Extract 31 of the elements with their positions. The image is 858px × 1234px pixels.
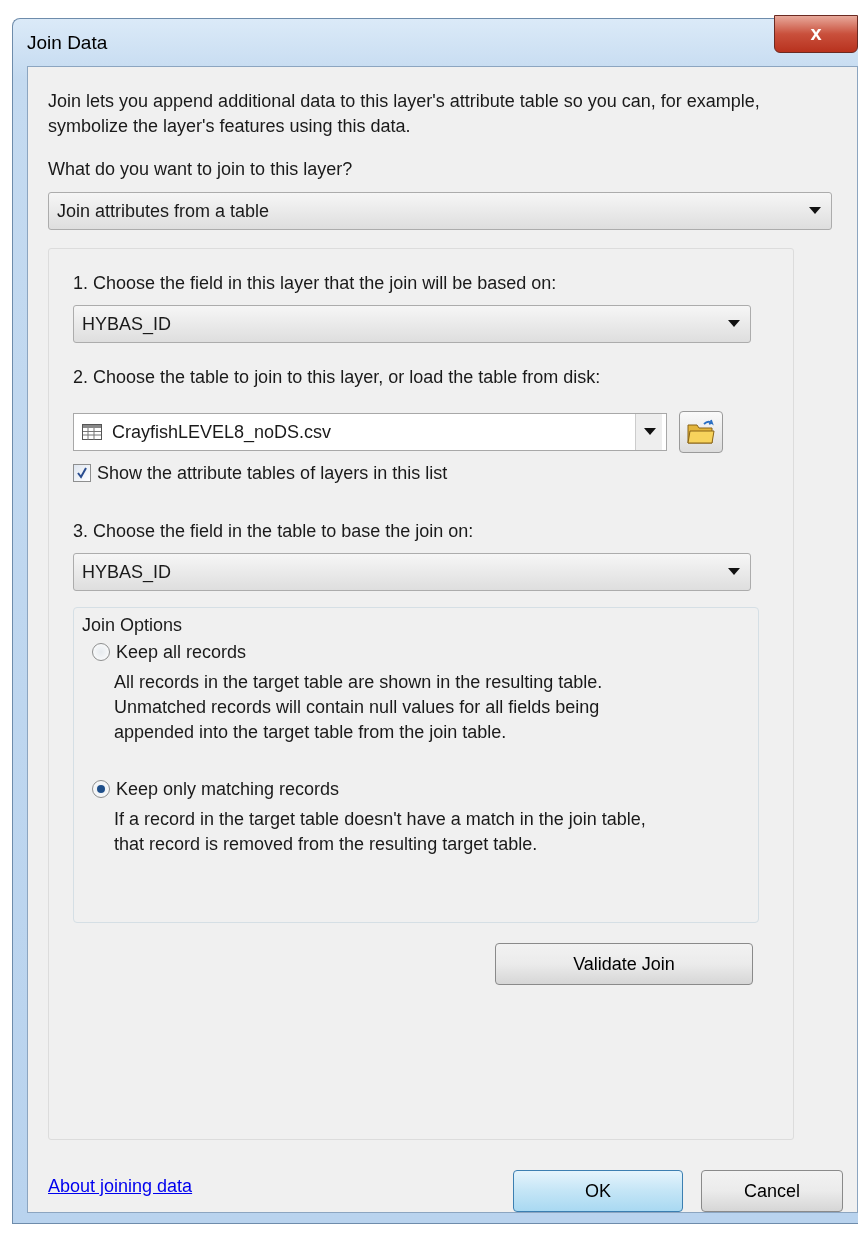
radio-label: Keep all records [116,641,247,664]
caret-icon [644,428,656,436]
step-label: 2. Choose the table to join to this layer, or load the table from disk: [73,367,601,387]
ok-button[interactable]: OK [513,1170,683,1212]
option-description: All records in the target table are shown in the resulting table. Unmatched records will contain null values for all fields being appended into the target table from the join table. [114,671,604,744]
join-type-dropdown[interactable]: Join attributes from a table [48,192,832,230]
option-description: If a record in the target table doesn't have a match in the join table, that record is removed from the resulting target table. [114,808,647,856]
radio-button[interactable] [92,780,110,798]
caret-icon [728,320,740,328]
table-icon [82,424,102,440]
window-title: Join Data [27,31,108,54]
field-dropdown[interactable]: HYBAS_ID [73,553,751,591]
intro-text: Join lets you append additional data to this layer's attribute table so you can, for example, symbolize the layer's features using this data. [48,90,761,138]
open-folder-button[interactable] [679,411,723,453]
folder-icon [686,419,716,445]
help-link[interactable]: About joining data [48,1175,193,1197]
close-button[interactable]: x [774,14,858,53]
question-label: What do you want to join to this layer? [48,158,354,181]
group-title: Join Options [82,615,183,635]
checkbox[interactable] [73,464,91,482]
cancel-button[interactable]: Cancel [701,1170,843,1212]
radio-button[interactable] [92,643,110,661]
validate-join-button[interactable]: Validate Join [495,943,753,985]
caret-icon [809,207,821,215]
table-dropdown[interactable]: CrayfishLEVEL8_noDS.csv [73,413,667,451]
caret-icon [728,568,740,576]
radio-label: Keep only matching records [116,778,340,801]
step-label: 3. Choose the field in the table to base the join on: [73,521,474,541]
step-label: 1. Choose the field in this layer that the join will be based on: [73,273,557,293]
checkbox-label: Show the attribute tables of layers in this list [97,462,448,485]
field-dropdown[interactable]: HYBAS_ID [73,305,751,343]
